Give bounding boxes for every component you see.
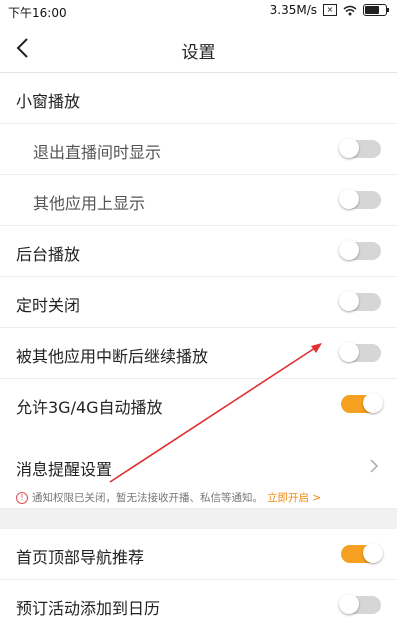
annotation-arrow	[109, 343, 322, 483]
